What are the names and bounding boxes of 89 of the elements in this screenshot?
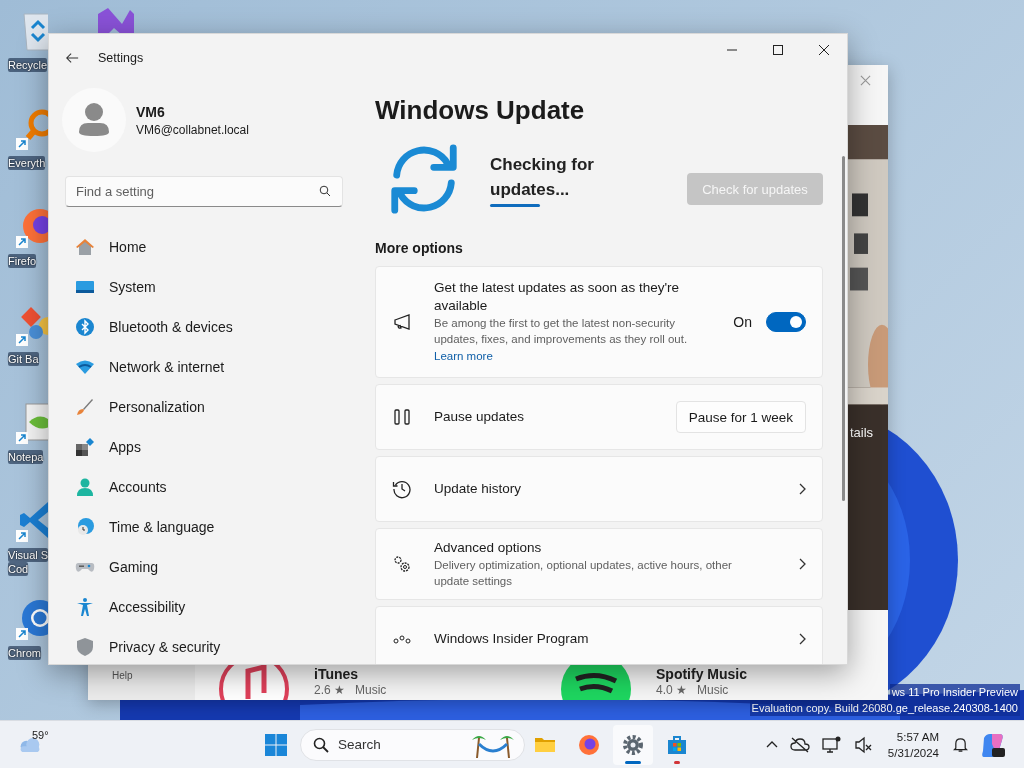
gears-icon (392, 554, 412, 574)
nav-item[interactable]: System (65, 269, 359, 305)
bluetooth-icon (75, 317, 95, 337)
temperature: 59° (32, 729, 49, 741)
search-field[interactable]: Search (300, 728, 525, 761)
option-card[interactable]: Advanced options Delivery optimization, optional updates, active hours, other update settings (375, 528, 823, 600)
chevron-icon (798, 633, 806, 645)
window-title: Settings (98, 51, 144, 65)
chevron-icon (798, 483, 806, 495)
monitor-icon[interactable] (821, 735, 842, 754)
app-rating: 4.0 ★ (656, 683, 687, 698)
toggle-state: On (733, 314, 752, 330)
option-title: Pause updates (434, 408, 525, 426)
gear-icon (621, 732, 645, 757)
shield-icon (75, 637, 95, 657)
search-icon (313, 736, 329, 753)
taskbar-app[interactable] (613, 724, 653, 765)
user-email: VM6@collabnet.local (136, 122, 249, 137)
app-rating: 2.6 ★ (314, 683, 345, 698)
user-name: VM6 (136, 103, 166, 120)
page-title: Windows Update (375, 94, 586, 126)
nav-item[interactable]: Time & language (65, 509, 359, 545)
clock-date: 5/31/2024 (887, 745, 939, 761)
brush-icon (75, 397, 95, 417)
close-icon[interactable] (860, 75, 871, 86)
icon-label: Cod (8, 562, 29, 576)
option-description: Delivery optimization, optional updates, active hours, other update settings (434, 558, 733, 589)
music-note-icon[interactable] (218, 665, 290, 700)
history-icon (392, 479, 412, 499)
globe-clock-icon (75, 517, 95, 537)
app-name[interactable]: iTunes (314, 665, 387, 683)
audio-waves-icon[interactable] (560, 665, 632, 700)
app-category: Music (697, 683, 729, 698)
search-field[interactable]: Find a setting (65, 176, 343, 207)
option-card[interactable]: Windows Insider Program (375, 606, 823, 664)
chevron-icon (798, 558, 806, 570)
option-title: Update history (434, 480, 522, 498)
search-icon (319, 185, 331, 197)
nav-item[interactable]: Gaming (65, 549, 359, 585)
nav-item[interactable]: Bluetooth & devices (65, 309, 359, 345)
close-icon (819, 45, 829, 55)
apps-icon (75, 437, 95, 457)
toggle-switch[interactable] (766, 312, 806, 332)
option-card[interactable]: Pause updates Pause for 1 week (375, 384, 823, 450)
nav-item[interactable]: Personalization (65, 389, 359, 425)
nav-item[interactable]: Network & internet (65, 349, 359, 385)
house-icon (75, 237, 95, 257)
status-text: Checking for updates... (490, 153, 595, 201)
option-card[interactable]: Get the latest updates as soon as they're available Be among the first to get the latest non-security updates, fixes, and improvements as they roll out. Learn more On (375, 266, 823, 378)
icon-label: Firefo (8, 254, 37, 268)
icon-label: Git Ba (8, 352, 39, 366)
app-name[interactable]: Spotify Music (656, 665, 747, 683)
bell-icon[interactable] (953, 736, 968, 753)
windows-logo-icon (264, 732, 288, 757)
learn-more-link[interactable]: Learn more (434, 347, 493, 365)
icon-label: Chrom (8, 646, 41, 660)
nav-item[interactable]: Accessibility (65, 589, 359, 625)
option-title: Windows Insider Program (434, 630, 589, 648)
maximize-icon (773, 45, 783, 55)
nav-item[interactable]: Privacy & security (65, 629, 359, 664)
pause-icon (392, 407, 412, 427)
clock-time: 5:57 AM (896, 729, 939, 745)
clock[interactable]: 5:57 AM 5/31/2024 (887, 728, 939, 761)
speaker-muted-icon[interactable] (853, 735, 874, 754)
nav-item[interactable]: Apps (65, 429, 359, 465)
app-category: Music (355, 683, 387, 698)
option-title: Advanced options (434, 539, 543, 557)
icon-label: Visual S (8, 548, 49, 562)
nav-item[interactable]: Accounts (65, 469, 359, 505)
watermark-text: Evaluation copy. Build 26080.ge_release.240308-1400 (749, 700, 1020, 716)
fox-icon (577, 732, 601, 757)
option-description: Be among the first to get the latest non-security updates, fixes, and improvements as they roll out. (434, 316, 689, 347)
link-text: tails (850, 425, 874, 440)
watermark-text: ws 11 Pro Insider Preview (889, 684, 1020, 700)
icon-label: Everyth (8, 156, 46, 170)
section-title: More options (375, 240, 464, 256)
nav-item[interactable]: Help (112, 670, 133, 681)
person-icon (75, 477, 95, 497)
avatar[interactable] (62, 88, 126, 152)
option-title: Get the latest updates as soon as they're available (434, 279, 680, 315)
option-card[interactable]: Update history (375, 456, 823, 522)
megaphone-icon (392, 312, 412, 332)
pause-button[interactable]: Pause for 1 week (675, 401, 806, 433)
nav-item[interactable]: Home (65, 229, 359, 265)
scrollbar[interactable] (842, 156, 845, 501)
cloud-off-icon[interactable] (789, 736, 810, 753)
icon-label: Recycle (8, 58, 48, 72)
icon-label: Notepa (8, 450, 44, 464)
back-arrow-icon (65, 51, 79, 65)
